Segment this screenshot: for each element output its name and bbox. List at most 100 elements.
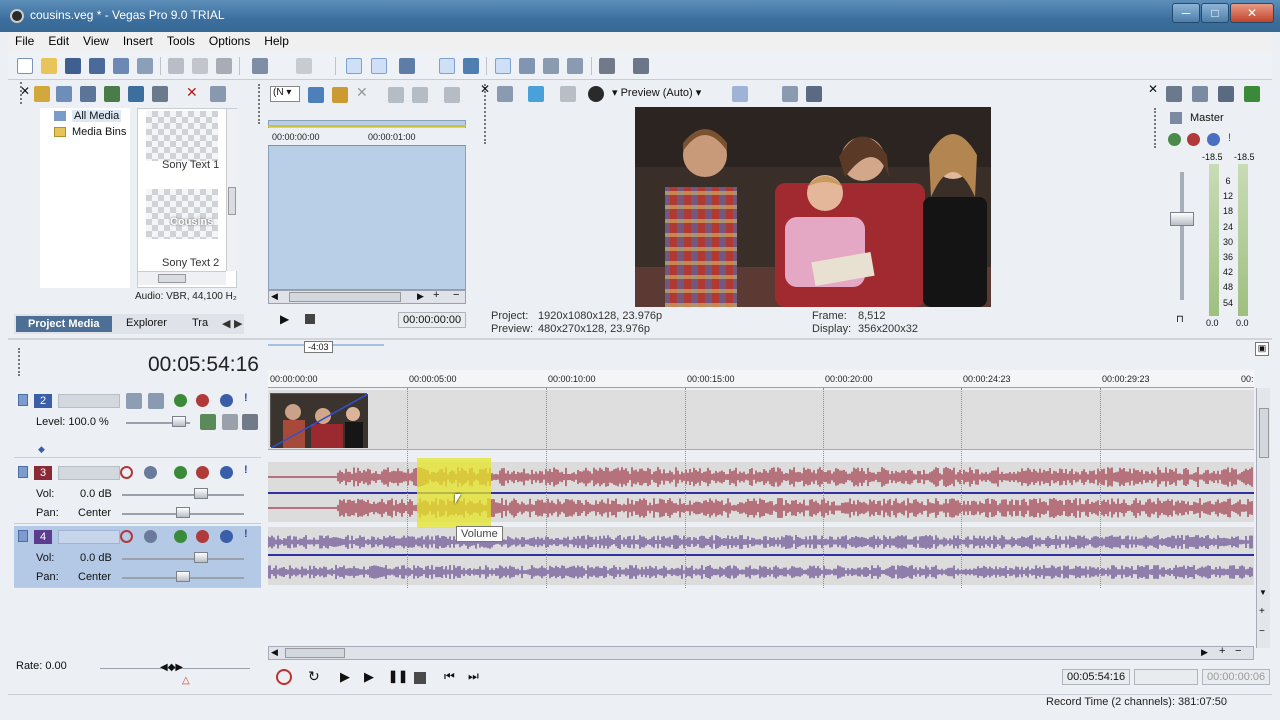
lock-envelopes-icon[interactable] [439, 58, 455, 74]
media-fx-icon[interactable] [599, 58, 615, 74]
selection-length-timecode[interactable]: 00:00:00:06 [1202, 669, 1271, 685]
go-to-start-icon[interactable]: ⏮ [444, 669, 460, 685]
media-thumb-text-1[interactable] [146, 111, 218, 161]
loop-playback-icon[interactable]: ↻ [308, 669, 324, 685]
automation-icon[interactable] [174, 394, 187, 407]
dock-handle[interactable] [18, 348, 20, 376]
master-fx-chain-icon[interactable] [1187, 133, 1200, 146]
track-minimize-icon[interactable] [18, 466, 28, 478]
timeline-hscroll[interactable]: ◀ ▶ + − [268, 645, 1254, 660]
preview-properties-icon[interactable] [497, 86, 513, 102]
zoom-out-icon[interactable]: − [453, 289, 459, 301]
mixer-properties-icon[interactable] [1166, 86, 1182, 102]
stop-icon[interactable] [414, 672, 426, 684]
video-event[interactable] [270, 393, 369, 449]
automation-icon[interactable] [174, 466, 187, 479]
auto-crossfade-icon[interactable] [371, 58, 387, 74]
timeline-vscroll[interactable]: ▼ + − [1256, 388, 1270, 648]
make-compositing-parent-icon[interactable] [222, 414, 238, 430]
delete-icon[interactable]: ✕ [186, 84, 198, 101]
scroll-right-icon[interactable]: ▶ [417, 291, 424, 302]
tab-explorer[interactable]: Explorer [122, 316, 171, 330]
render-as-icon[interactable] [113, 58, 129, 74]
track-fx-chain-icon[interactable] [196, 466, 209, 479]
tab-project-media[interactable]: Project Media [16, 316, 112, 332]
track-fx-icon[interactable] [148, 393, 164, 409]
media-fx-panel-icon[interactable] [128, 86, 144, 102]
make-compositing-child-icon[interactable] [242, 414, 258, 430]
position-timecode[interactable]: 00:05:54:16 [1062, 669, 1131, 685]
solo-icon[interactable]: ! [244, 392, 248, 404]
arm-record-icon[interactable] [120, 466, 133, 479]
marker-bar-menu-icon[interactable]: ▣ [1255, 342, 1269, 356]
trimmer-tool-icon[interactable] [308, 87, 324, 103]
cursor-timecode[interactable]: 00:05:54:16 [148, 353, 259, 377]
region-length-marker[interactable]: -4:03 [304, 341, 333, 353]
track-fx-chain-icon[interactable] [196, 394, 209, 407]
mute-icon[interactable] [220, 466, 233, 479]
undo-icon[interactable] [252, 58, 268, 74]
menu-help[interactable]: Help [257, 32, 296, 50]
hscroll-thumb[interactable] [285, 648, 345, 658]
menu-view[interactable]: View [76, 32, 116, 50]
master-mute-icon[interactable] [1207, 133, 1220, 146]
properties-icon[interactable] [210, 86, 226, 102]
search-media-icon[interactable] [152, 86, 168, 102]
track-minimize-icon[interactable] [18, 394, 28, 406]
maximize-button[interactable]: □ [1201, 3, 1229, 23]
ignore-grouping-icon[interactable] [463, 58, 479, 74]
envelope-tool-icon[interactable] [519, 58, 535, 74]
go-to-end-icon[interactable]: ⏭ [468, 669, 484, 685]
video-track-lane[interactable] [268, 390, 1254, 450]
compositing-mode-icon[interactable] [200, 414, 216, 430]
invert-phase-icon[interactable] [144, 530, 157, 543]
tab-scroll-right-icon[interactable]: ▶ [230, 316, 246, 331]
trimmer-split-icon[interactable] [444, 87, 460, 103]
preview-quality-dropdown[interactable]: ▾ Preview (Auto) ▾ [612, 86, 701, 99]
copy-icon[interactable] [192, 58, 208, 74]
paste-icon[interactable] [216, 58, 232, 74]
mute-icon[interactable] [220, 530, 233, 543]
menu-insert[interactable]: Insert [116, 32, 160, 50]
trimmer-ruler[interactable]: 00:00:00:00 00:00:01:00 [268, 125, 466, 146]
selection-tool-icon[interactable] [543, 58, 559, 74]
open-folder-icon[interactable] [41, 58, 57, 74]
save-as-icon[interactable] [89, 58, 105, 74]
trimmer-clear-icon[interactable]: ✕ [356, 84, 368, 101]
close-panel-icon[interactable]: ✕ [480, 82, 490, 96]
selection-start-field[interactable] [1134, 669, 1198, 685]
volume-slider[interactable] [194, 488, 208, 499]
save-icon[interactable] [65, 58, 81, 74]
scroll-right-icon[interactable]: ▶ [1201, 647, 1208, 658]
import-media-icon[interactable] [34, 86, 50, 102]
minimize-button[interactable]: ─ [1172, 3, 1200, 23]
new-project-icon[interactable] [17, 58, 33, 74]
trimmer-scrollbar[interactable]: ◀ ▶ + − [268, 289, 466, 304]
pause-icon[interactable]: ❚❚ [388, 669, 408, 685]
split-screen-icon[interactable] [588, 86, 604, 102]
volume-slider[interactable] [194, 552, 208, 563]
master-solo-icon[interactable]: ! [1228, 132, 1231, 144]
trimmer-timecode[interactable]: 00:00:00:00 [398, 312, 467, 328]
dim-output-icon[interactable] [1218, 86, 1234, 102]
close-button[interactable]: ✕ [1230, 3, 1274, 23]
track-name-field[interactable] [58, 530, 120, 544]
hzoom-in-icon[interactable]: + [1219, 645, 1225, 657]
downmix-icon[interactable] [1192, 86, 1208, 102]
hzoom-out-icon[interactable]: − [1235, 645, 1241, 657]
solo-icon[interactable]: ! [244, 528, 248, 540]
add-after-cursor-icon[interactable] [412, 87, 428, 103]
normal-edit-tool-icon[interactable] [495, 58, 511, 74]
timeline-ruler[interactable]: 00:00:00:00 00:00:05:00 00:00:10:00 00:0… [268, 370, 1254, 388]
scroll-down-icon[interactable]: ▼ [1259, 588, 1267, 597]
whats-this-help-icon[interactable] [633, 58, 649, 74]
remove-unused-icon[interactable] [104, 86, 120, 102]
track-name-field[interactable] [58, 466, 120, 480]
track-header-4[interactable]: 4 ! Vol: 0.0 dB Pan: Center [14, 526, 261, 588]
close-panel-icon[interactable]: ✕ [20, 84, 30, 98]
menu-options[interactable]: Options [202, 32, 257, 50]
track-header-3[interactable]: 3 ! Vol: 0.0 dB Pan: Center [14, 462, 261, 524]
track-name-field[interactable] [58, 394, 120, 408]
vzoom-out-icon[interactable]: − [1259, 626, 1265, 637]
get-media-web-icon[interactable] [80, 86, 96, 102]
